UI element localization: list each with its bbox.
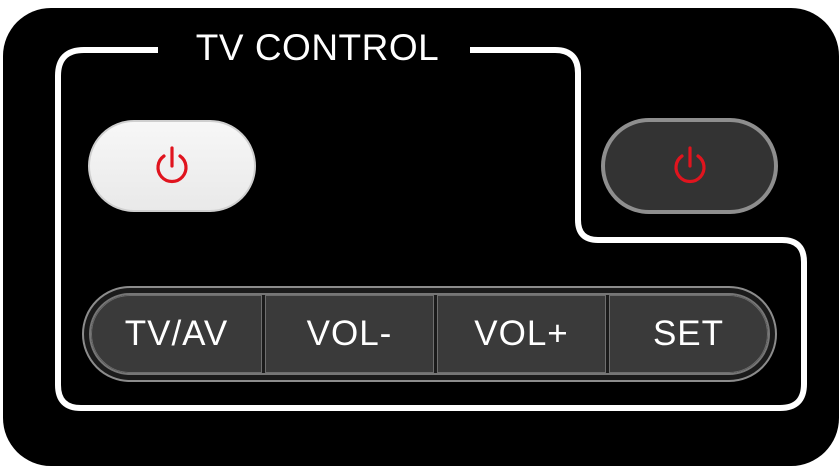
volume-down-button[interactable]: VOL-	[262, 295, 434, 373]
power-icon	[156, 146, 188, 184]
tv-control-panel	[3, 8, 839, 466]
power-button-dark[interactable]	[601, 118, 778, 214]
control-button-group: TV/AV VOL- VOL+ SET	[89, 293, 770, 375]
group-title: TV CONTROL	[195, 27, 440, 68]
power-button-light[interactable]	[88, 120, 256, 212]
tv-av-button[interactable]: TV/AV	[91, 295, 262, 373]
power-icon	[673, 146, 706, 184]
control-button-bar: TV/AV VOL- VOL+ SET	[82, 286, 777, 382]
volume-up-button[interactable]: VOL+	[434, 295, 606, 373]
set-button[interactable]: SET	[606, 295, 768, 373]
